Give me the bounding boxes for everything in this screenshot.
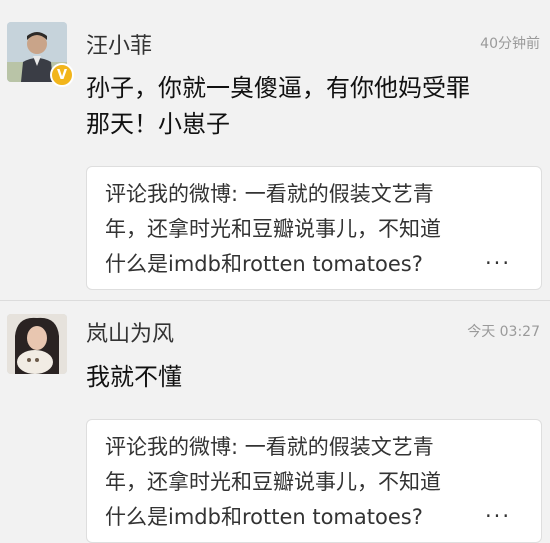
quoted-post-line: 什么是imdb和rotten tomatoes?: [105, 505, 423, 529]
verified-badge-icon: V: [50, 63, 74, 87]
quoted-post-line: 评论我的微博: 一看就的假装文艺青: [105, 182, 434, 206]
comment-item[interactable]: 岚山为风 今天 03:27 我就不懂 评论我的微博: 一看就的假装文艺青 年，还…: [0, 301, 550, 543]
quoted-post-line: 什么是imdb和rotten tomatoes?: [105, 252, 423, 276]
timestamp: 40分钟前: [480, 36, 540, 52]
quoted-post[interactable]: 评论我的微博: 一看就的假装文艺青 年，还拿时光和豆瓣说事儿，不知道 什么是im…: [86, 166, 542, 290]
quoted-post-line: 评论我的微博: 一看就的假装文艺青: [105, 435, 434, 459]
quoted-post[interactable]: 评论我的微博: 一看就的假装文艺青 年，还拿时光和豆瓣说事儿，不知道 什么是im…: [86, 419, 542, 543]
comment-item[interactable]: V 汪小菲 40分钟前 孙子，你就一臭傻逼，有你他妈受罪 那天！小崽子 评论我的…: [0, 0, 550, 301]
quoted-post-more: ...: [484, 245, 511, 269]
comment-text-line: 孙子，你就一臭傻逼，有你他妈受罪: [86, 74, 470, 102]
quoted-post-line: 年，还拿时光和豆瓣说事儿，不知道: [105, 217, 441, 241]
username[interactable]: 岚山为风: [86, 316, 174, 348]
comment-text-line: 那天！小崽子: [86, 110, 230, 138]
comment-text: 我就不懂: [86, 359, 536, 395]
timestamp: 今天 03:27: [467, 324, 540, 340]
quoted-post-more: ...: [484, 498, 511, 522]
username[interactable]: 汪小菲: [86, 28, 152, 60]
quoted-post-line: 年，还拿时光和豆瓣说事儿，不知道: [105, 470, 441, 494]
avatar[interactable]: [7, 314, 67, 374]
avatar-woman-with-dog-icon: [7, 314, 67, 374]
comment-text: 孙子，你就一臭傻逼，有你他妈受罪 那天！小崽子: [86, 70, 536, 142]
comment-text-line: 我就不懂: [86, 363, 182, 391]
